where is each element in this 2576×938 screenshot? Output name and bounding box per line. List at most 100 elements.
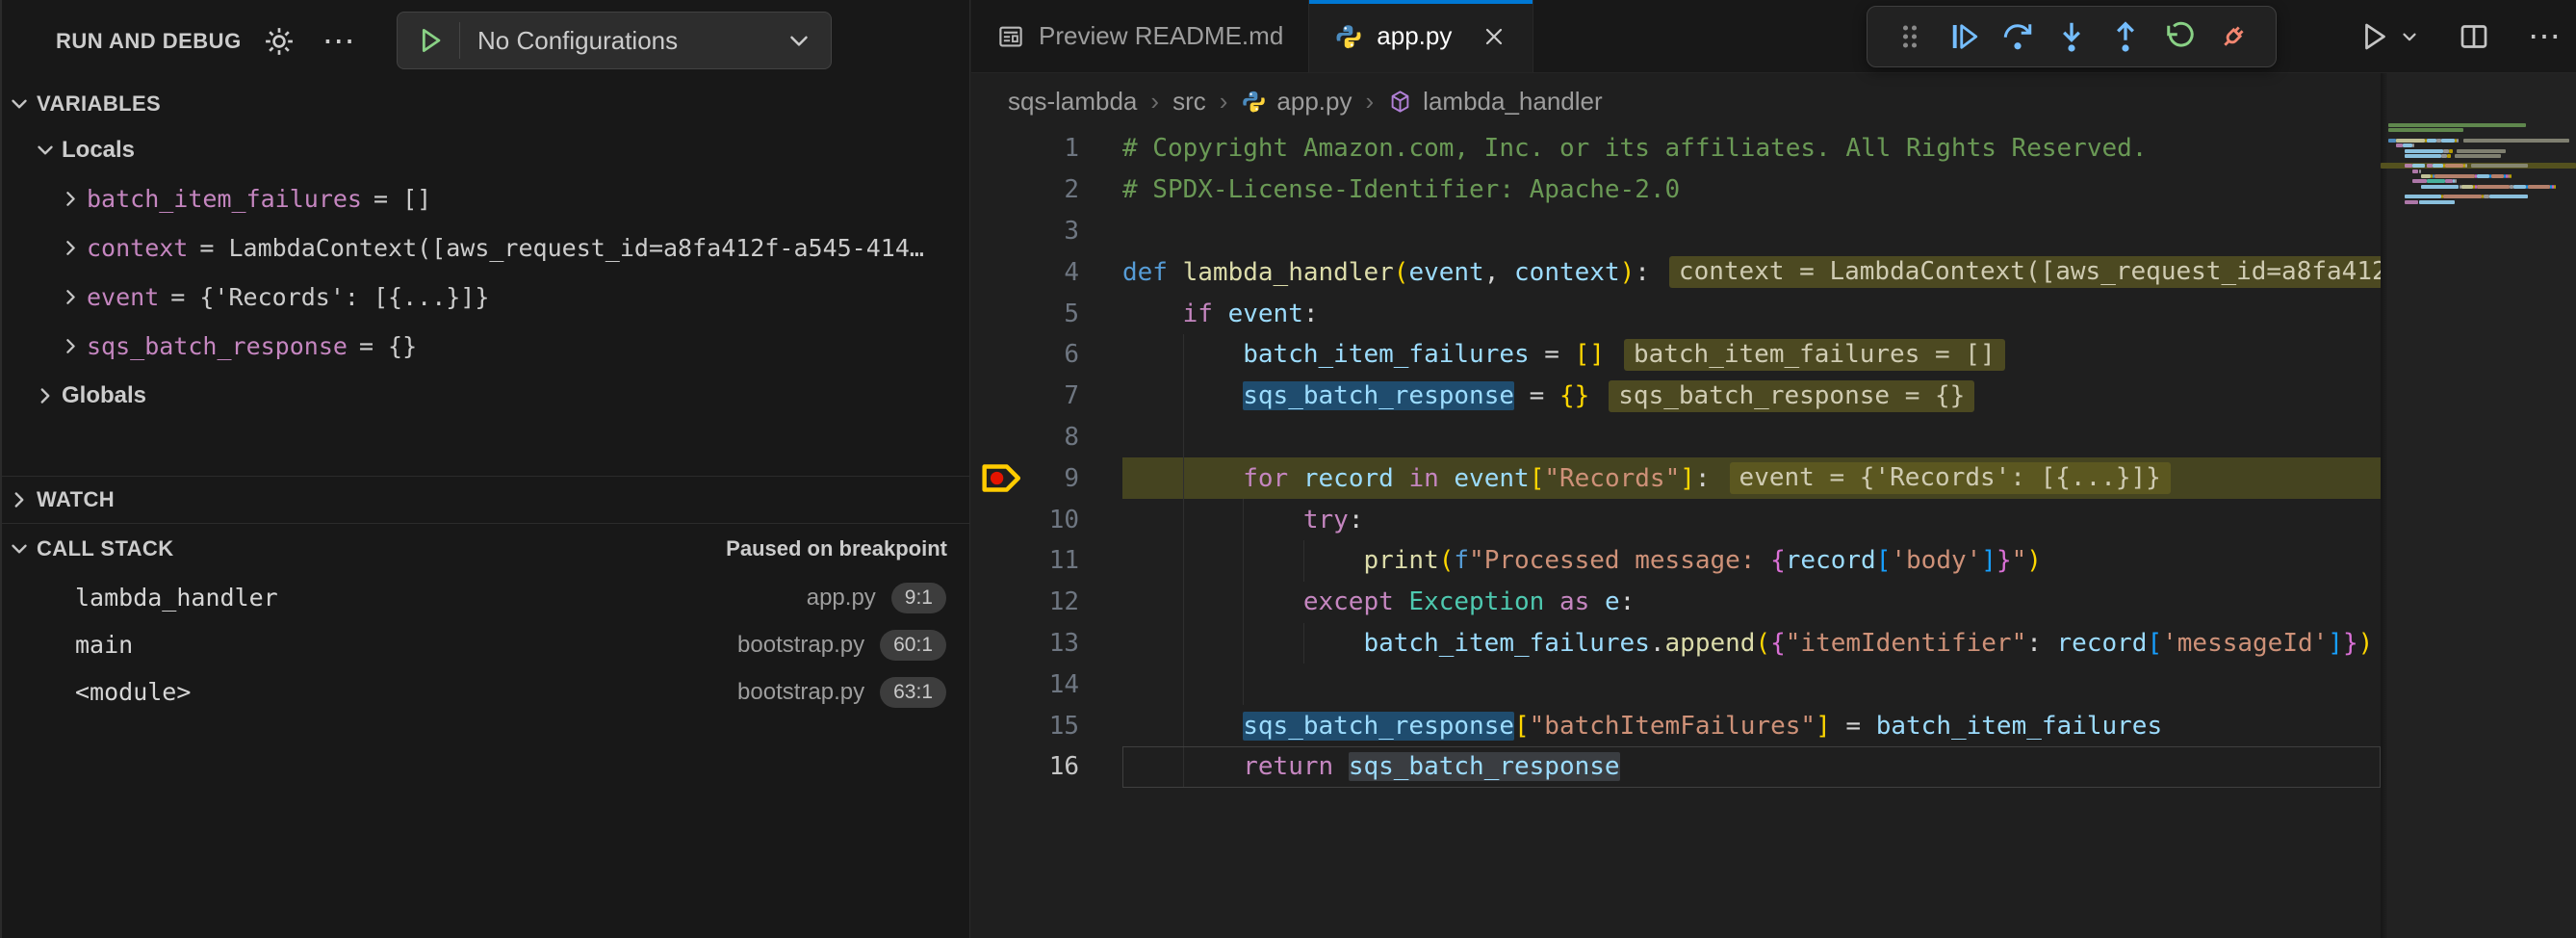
callstack-frame[interactable]: main bootstrap.py 60:1: [2, 621, 969, 668]
code-line-5[interactable]: 5 if event:: [971, 293, 2381, 334]
run-python-file-button[interactable]: [2357, 19, 2420, 54]
code-editor[interactable]: 1# Copyright Amazon.com, Inc. or its aff…: [971, 128, 2381, 788]
gutter[interactable]: 12: [971, 582, 1122, 623]
line-content[interactable]: return sqs_batch_response: [1122, 746, 2381, 788]
gear-icon[interactable]: [261, 23, 297, 60]
gutter[interactable]: 14: [971, 664, 1122, 705]
code-line-7[interactable]: 7 sqs_batch_response = {}sqs_batch_respo…: [971, 376, 2381, 417]
code-line-1[interactable]: 1# Copyright Amazon.com, Inc. or its aff…: [971, 128, 2381, 169]
code-token: ): [1620, 258, 1636, 287]
code-line-16[interactable]: 16 return sqs_batch_response: [971, 746, 2381, 788]
line-content[interactable]: sqs_batch_response["batchItemFailures"] …: [1122, 705, 2381, 746]
tab-app-py[interactable]: app.py: [1309, 0, 1533, 72]
gutter[interactable]: 10: [971, 499, 1122, 540]
line-content[interactable]: def lambda_handler(event, context):conte…: [1122, 251, 2381, 293]
callstack-frame[interactable]: <module> bootstrap.py 63:1: [2, 668, 969, 716]
line-content[interactable]: try:: [1122, 499, 2381, 540]
scope-row-globals[interactable]: Globals: [2, 371, 969, 420]
variable-row[interactable]: sqs_batch_response = {}: [2, 322, 969, 371]
drag-handle[interactable]: [1893, 19, 1927, 54]
variable-row[interactable]: context = LambdaContext([aws_request_id=…: [2, 223, 969, 273]
gutter[interactable]: 6: [971, 334, 1122, 376]
restart-button[interactable]: [2162, 19, 2197, 54]
more-actions-button[interactable]: ⋯: [2528, 32, 2561, 41]
breadcrumb-item[interactable]: lambda_handler: [1387, 87, 1602, 117]
breakpoint-current-line-icon[interactable]: [979, 460, 1029, 503]
continue-button[interactable]: [1946, 19, 1981, 54]
gutter[interactable]: 13: [971, 623, 1122, 664]
chevron-right-icon: [54, 334, 87, 358]
line-content[interactable]: [1122, 417, 2381, 458]
step-over-button[interactable]: [2000, 19, 2035, 54]
gutter[interactable]: 2: [971, 169, 1122, 211]
code-line-4[interactable]: 4def lambda_handler(event, context):cont…: [971, 251, 2381, 293]
chevron-down-icon[interactable]: [2399, 26, 2420, 47]
code-line-8[interactable]: 8: [971, 417, 2381, 458]
start-debugging-icon[interactable]: [413, 24, 446, 57]
variable-value: = {}: [359, 332, 417, 360]
code-line-3[interactable]: 3: [971, 211, 2381, 252]
line-content[interactable]: batch_item_failures.append({"itemIdentif…: [1122, 623, 2381, 664]
code-line-6[interactable]: 6 batch_item_failures = []batch_item_fai…: [971, 334, 2381, 376]
code-line-12[interactable]: 12 except Exception as e:: [971, 582, 2381, 623]
gutter[interactable]: 5: [971, 293, 1122, 334]
gutter[interactable]: 15: [971, 705, 1122, 746]
tab-preview-readme-md[interactable]: Preview README.md: [971, 0, 1309, 72]
code-line-11[interactable]: 11 print(f"Processed message: {record['b…: [971, 540, 2381, 582]
gutter[interactable]: 4: [971, 251, 1122, 293]
breadcrumb-label: sqs-lambda: [1008, 87, 1137, 117]
code-token: }: [1996, 546, 2012, 575]
line-content[interactable]: batch_item_failures = []batch_item_failu…: [1122, 334, 2381, 376]
gutter[interactable]: 11: [971, 540, 1122, 582]
more-actions-icon[interactable]: ⋯: [322, 32, 355, 51]
code-line-15[interactable]: 15 sqs_batch_response["batchItemFailures…: [971, 705, 2381, 746]
line-content[interactable]: # SPDX-License-Identifier: Apache-2.0: [1122, 169, 2381, 211]
code-token: [: [1876, 546, 1892, 575]
indent-guide: [1303, 623, 1304, 664]
line-content[interactable]: # Copyright Amazon.com, Inc. or its affi…: [1122, 128, 2381, 169]
gutter[interactable]: 9: [971, 457, 1122, 499]
variable-row[interactable]: batch_item_failures = []: [2, 174, 969, 223]
debug-configuration-dropdown[interactable]: No Configurations: [397, 12, 832, 69]
minimap[interactable]: [2381, 73, 2576, 938]
variables-section-header[interactable]: VARIABLES: [2, 83, 969, 125]
line-content[interactable]: except Exception as e:: [1122, 582, 2381, 623]
breadcrumb-item[interactable]: app.py: [1241, 87, 1352, 117]
indent-guide: [1183, 499, 1184, 540]
step-into-button[interactable]: [2054, 19, 2089, 54]
code-line-10[interactable]: 10 try:: [971, 499, 2381, 540]
code-token: :: [1303, 300, 1319, 328]
step-out-button[interactable]: [2108, 19, 2143, 54]
line-content[interactable]: if event:: [1122, 293, 2381, 334]
disconnect-button[interactable]: [2216, 19, 2251, 54]
watch-section-header[interactable]: WATCH: [2, 477, 969, 523]
scope-row-locals[interactable]: Locals: [2, 125, 969, 174]
breadcrumb-item[interactable]: sqs-lambda: [1008, 87, 1137, 117]
line-content[interactable]: [1122, 211, 2381, 252]
code-token: sqs_batch_response: [1243, 381, 1514, 410]
gutter[interactable]: 3: [971, 211, 1122, 252]
split-editor-button[interactable]: [2457, 19, 2491, 54]
line-content[interactable]: for record in event["Records"]:event = {…: [1122, 457, 2381, 499]
minimap-line: [2528, 185, 2550, 189]
line-content[interactable]: [1122, 664, 2381, 705]
code-token: ,: [1484, 258, 1514, 287]
callstack-frame[interactable]: lambda_handler app.py 9:1: [2, 574, 969, 621]
indent-guide: [1183, 376, 1184, 417]
code-token: =: [1514, 381, 1559, 410]
code-token: [: [1514, 712, 1530, 741]
line-content[interactable]: print(f"Processed message: {record['body…: [1122, 540, 2381, 582]
gutter[interactable]: 16: [971, 746, 1122, 788]
code-line-2[interactable]: 2# SPDX-License-Identifier: Apache-2.0: [971, 169, 2381, 211]
breadcrumb-item[interactable]: src: [1172, 87, 1206, 117]
code-line-9[interactable]: 9 for record in event["Records"]:event =…: [971, 457, 2381, 499]
close-icon[interactable]: [1481, 23, 1507, 50]
code-line-14[interactable]: 14: [971, 664, 2381, 705]
variable-row[interactable]: event = {'Records': [{...}]}: [2, 273, 969, 322]
callstack-section-header[interactable]: CALL STACK Paused on breakpoint: [2, 524, 969, 574]
code-line-13[interactable]: 13 batch_item_failures.append({"itemIden…: [971, 623, 2381, 664]
gutter[interactable]: 8: [971, 417, 1122, 458]
gutter[interactable]: 7: [971, 376, 1122, 417]
gutter[interactable]: 1: [971, 128, 1122, 169]
line-content[interactable]: sqs_batch_response = {}sqs_batch_respons…: [1122, 376, 2381, 417]
